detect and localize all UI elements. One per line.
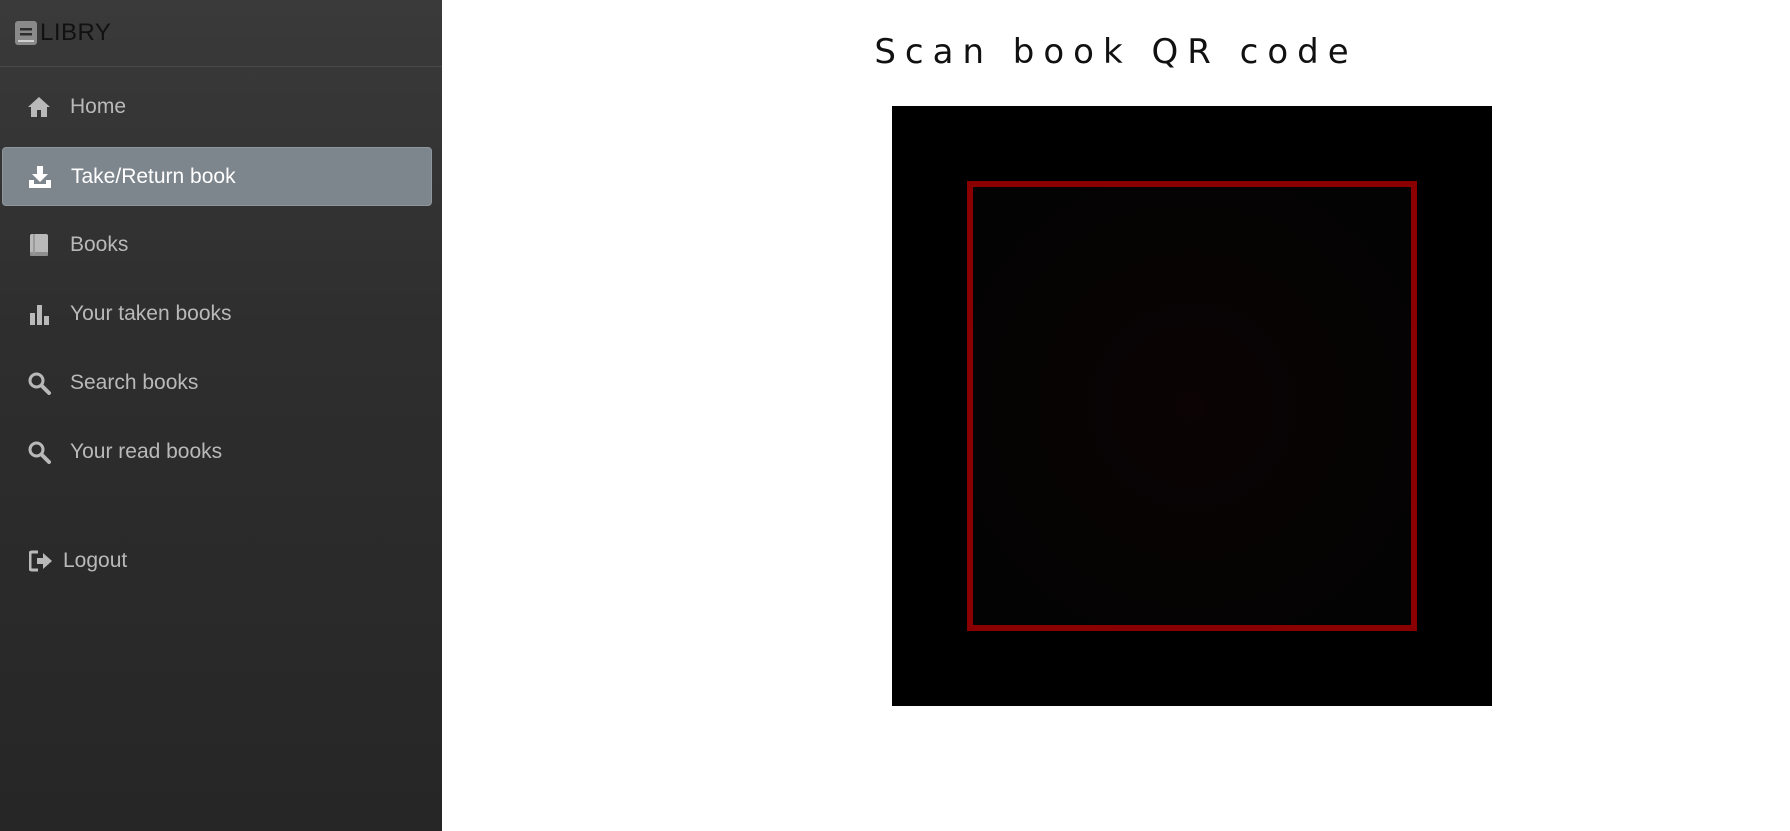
book-icon [26,232,52,258]
bar-chart-icon [26,301,52,327]
search-icon [26,439,52,465]
search-icon [26,370,52,396]
sidebar-item-search-books[interactable]: Search books [2,353,432,412]
sidebar-item-label: Take/Return book [71,164,236,188]
sidebar-item-label: Books [70,232,129,256]
download-icon [27,164,53,190]
sidebar: LIBRY Home Take/Return book Books Your t… [0,0,442,831]
page-title: Scan book QR code [874,32,1358,72]
home-icon [26,94,52,120]
sidebar-item-home[interactable]: Home [2,77,432,136]
sidebar-item-label: Home [70,94,127,118]
sidebar-item-your-read-books[interactable]: Your read books [2,422,432,481]
sign-out-icon [28,548,54,574]
book-icon [14,19,38,47]
sidebar-item-your-taken-books[interactable]: Your taken books [2,284,432,343]
sidebar-item-label: Your taken books [70,301,232,325]
app-root: LIBRY Home Take/Return book Books Your t… [0,0,1790,831]
sidebar-item-take-return-book[interactable]: Take/Return book [2,147,432,206]
sidebar-item-books[interactable]: Books [2,215,432,274]
scan-frame [967,181,1417,631]
sidebar-item-label: Search books [70,370,199,394]
main-content: Scan book QR code [442,0,1790,831]
qr-scanner-video [892,106,1492,706]
logout-button[interactable]: Logout [2,531,432,590]
logout-label: Logout [63,548,128,572]
brand-name: LIBRY [40,19,112,46]
sidebar-item-label: Your read books [70,439,223,463]
brand[interactable]: LIBRY [0,0,442,67]
